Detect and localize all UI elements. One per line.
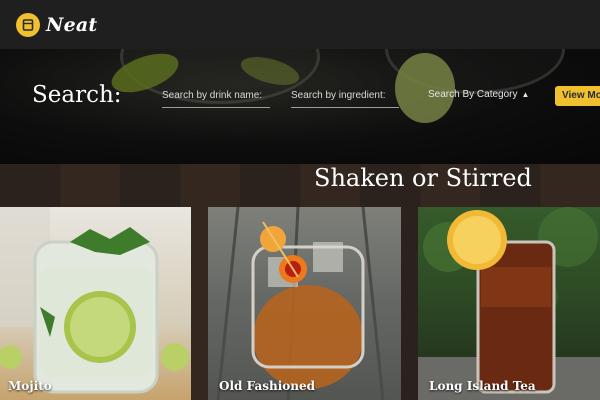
mojito-photo — [0, 207, 189, 394]
view-more-button[interactable]: View More — [555, 86, 600, 106]
ingredient-input[interactable]: Search by ingredient: — [291, 88, 399, 108]
drink-card-mojito[interactable]: Mojito — [0, 207, 191, 400]
old-fashioned-photo — [208, 207, 401, 400]
drink-card-old-fashioned[interactable]: Old Fashioned — [208, 207, 401, 400]
drink-card-long-island-tea[interactable]: Long Island Tea — [418, 207, 600, 400]
sort-arrows-icon: ▲ — [521, 90, 530, 99]
cocktail-glass-logo-icon[interactable] — [16, 12, 40, 37]
category-select-label: Search By Category — [428, 89, 518, 100]
search-title: Search: — [32, 82, 122, 108]
long-island-tea-photo — [418, 207, 600, 400]
top-navbar: Neat — [0, 0, 600, 49]
category-select[interactable]: Search By Category ▲ — [428, 89, 529, 100]
card-title: Old Fashioned — [219, 379, 316, 393]
card-title: Long Island Tea — [429, 379, 536, 393]
logo-glass-svg — [22, 18, 34, 31]
section-title: Shaken or Stirred — [314, 164, 532, 192]
drink-name-input[interactable]: Search by drink name: — [162, 88, 270, 108]
card-title: Mojito — [8, 379, 52, 393]
brand-name[interactable]: Neat — [46, 14, 97, 36]
